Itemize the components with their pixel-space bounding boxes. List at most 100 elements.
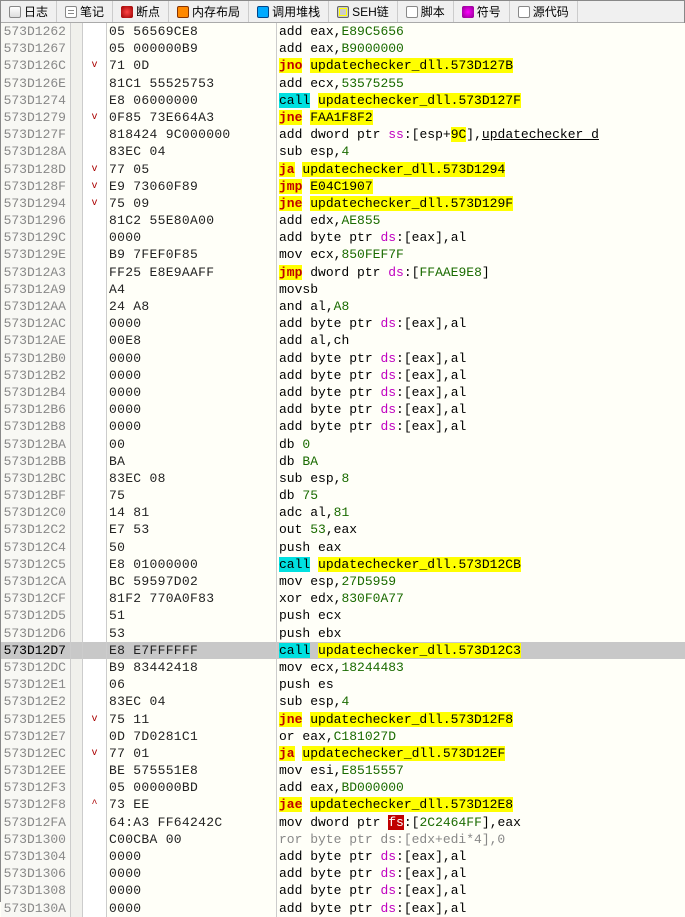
bytes-cell[interactable]: 0000 [107, 367, 277, 384]
address-cell[interactable]: 573D12F8 [1, 796, 71, 813]
rowheader-cell[interactable] [71, 659, 83, 676]
asm-cell[interactable]: mov dword ptr fs:[2C2464FF],eax [277, 814, 685, 831]
address-cell[interactable]: 573D12E1 [1, 676, 71, 693]
tab-memory-map[interactable]: 内存布局 [169, 1, 249, 22]
rowheader-cell[interactable] [71, 728, 83, 745]
asm-cell[interactable]: add al,ch [277, 332, 685, 349]
address-cell[interactable]: 573D12A9 [1, 281, 71, 298]
asm-cell[interactable]: db 75 [277, 487, 685, 504]
rowheader-cell[interactable] [71, 384, 83, 401]
bytes-cell[interactable]: 75 09 [107, 195, 277, 212]
rowheader-cell[interactable] [71, 882, 83, 899]
asm-cell[interactable]: add byte ptr ds:[eax],al [277, 367, 685, 384]
bytes-cell[interactable]: FF25 E8E9AAFF [107, 264, 277, 281]
bytes-cell[interactable]: 05 56569CE8 [107, 23, 277, 40]
rowheader-cell[interactable] [71, 332, 83, 349]
rowheader-cell[interactable] [71, 521, 83, 538]
address-cell[interactable]: 573D12E5 [1, 711, 71, 728]
address-cell[interactable]: 573D1274 [1, 92, 71, 109]
rowheader-cell[interactable] [71, 315, 83, 332]
address-cell[interactable]: 573D12D6 [1, 625, 71, 642]
asm-cell[interactable]: add dword ptr ss:[esp+9C],updatechecker_… [277, 126, 685, 143]
bytes-cell[interactable]: E7 53 [107, 521, 277, 538]
address-cell[interactable]: 573D12EC [1, 745, 71, 762]
bytes-cell[interactable]: 0000 [107, 350, 277, 367]
bytes-cell[interactable]: 81C1 55525753 [107, 75, 277, 92]
address-cell[interactable]: 573D12C4 [1, 539, 71, 556]
bytes-cell[interactable]: 81C2 55E80A00 [107, 212, 277, 229]
address-cell[interactable]: 573D12BA [1, 436, 71, 453]
bytes-cell[interactable]: 0000 [107, 865, 277, 882]
asm-cell[interactable]: call updatechecker_dll.573D12CB [277, 556, 685, 573]
rowheader-cell[interactable] [71, 470, 83, 487]
asm-cell[interactable]: add eax,E89C5656 [277, 23, 685, 40]
bytes-cell[interactable]: 81F2 770A0F83 [107, 590, 277, 607]
address-cell[interactable]: 573D12FA [1, 814, 71, 831]
bytes-cell[interactable]: 0000 [107, 848, 277, 865]
bytes-cell[interactable]: 00E8 [107, 332, 277, 349]
asm-cell[interactable]: db 0 [277, 436, 685, 453]
rowheader-cell[interactable] [71, 487, 83, 504]
rowheader-cell[interactable] [71, 143, 83, 160]
address-cell[interactable]: 573D12BC [1, 470, 71, 487]
rowheader-cell[interactable] [71, 814, 83, 831]
asm-cell[interactable]: adc al,81 [277, 504, 685, 521]
rowheader-cell[interactable] [71, 92, 83, 109]
asm-cell[interactable]: add byte ptr ds:[eax],al [277, 848, 685, 865]
bytes-cell[interactable]: 0000 [107, 418, 277, 435]
bytes-cell[interactable]: 83EC 08 [107, 470, 277, 487]
asm-cell[interactable]: ja updatechecker_dll.573D12EF [277, 745, 685, 762]
asm-cell[interactable]: push es [277, 676, 685, 693]
asm-cell[interactable]: add eax,B9000000 [277, 40, 685, 57]
tab-callstack[interactable]: 调用堆栈 [249, 1, 329, 22]
bytes-cell[interactable]: 0000 [107, 401, 277, 418]
tab-symbols[interactable]: 符号 [454, 1, 510, 22]
tab-breakpoints[interactable]: 断点 [113, 1, 169, 22]
rowheader-cell[interactable] [71, 556, 83, 573]
rowheader-cell[interactable] [71, 607, 83, 624]
rowheader-cell[interactable] [71, 401, 83, 418]
rowheader-cell[interactable] [71, 298, 83, 315]
asm-cell[interactable]: add byte ptr ds:[eax],al [277, 401, 685, 418]
tab-seh[interactable]: SEH链 [329, 1, 398, 22]
bytes-cell[interactable]: 51 [107, 607, 277, 624]
asm-cell[interactable]: or eax,C181027D [277, 728, 685, 745]
rowheader-cell[interactable] [71, 642, 83, 659]
rowheader-cell[interactable] [71, 848, 83, 865]
asm-cell[interactable]: add byte ptr ds:[eax],al [277, 315, 685, 332]
tab-notes[interactable]: 笔记 [57, 1, 113, 22]
asm-cell[interactable]: call updatechecker_dll.573D12C3 [277, 642, 685, 659]
bytes-cell[interactable]: 05 000000B9 [107, 40, 277, 57]
bytes-cell[interactable]: 73 EE [107, 796, 277, 813]
bytes-cell[interactable]: 75 11 [107, 711, 277, 728]
bytes-cell[interactable]: 24 A8 [107, 298, 277, 315]
address-cell[interactable]: 573D1267 [1, 40, 71, 57]
address-cell[interactable]: 573D12C5 [1, 556, 71, 573]
address-cell[interactable]: 573D1304 [1, 848, 71, 865]
asm-cell[interactable]: mov esi,E8515557 [277, 762, 685, 779]
bytes-cell[interactable]: 83EC 04 [107, 693, 277, 710]
bytes-cell[interactable]: 06 [107, 676, 277, 693]
bytes-cell[interactable]: 50 [107, 539, 277, 556]
rowheader-cell[interactable] [71, 246, 83, 263]
rowheader-cell[interactable] [71, 367, 83, 384]
address-cell[interactable]: 573D126C [1, 57, 71, 74]
rowheader-cell[interactable] [71, 109, 83, 126]
address-cell[interactable]: 573D128F [1, 178, 71, 195]
bytes-cell[interactable]: A4 [107, 281, 277, 298]
rowheader-cell[interactable] [71, 779, 83, 796]
rowheader-cell[interactable] [71, 573, 83, 590]
rowheader-cell[interactable] [71, 676, 83, 693]
address-cell[interactable]: 573D1296 [1, 212, 71, 229]
asm-cell[interactable]: add byte ptr ds:[eax],al [277, 384, 685, 401]
asm-cell[interactable]: add byte ptr ds:[eax],al [277, 865, 685, 882]
address-cell[interactable]: 573D12E7 [1, 728, 71, 745]
rowheader-cell[interactable] [71, 126, 83, 143]
bytes-cell[interactable]: B9 7FEF0F85 [107, 246, 277, 263]
asm-cell[interactable]: jne updatechecker_dll.573D129F [277, 195, 685, 212]
asm-cell[interactable]: ja updatechecker_dll.573D1294 [277, 161, 685, 178]
asm-cell[interactable]: add byte ptr ds:[eax],al [277, 882, 685, 899]
asm-cell[interactable]: mov ecx,850FEF7F [277, 246, 685, 263]
rowheader-cell[interactable] [71, 762, 83, 779]
asm-cell[interactable]: ror byte ptr ds:[edx+edi*4],0 [277, 831, 685, 848]
